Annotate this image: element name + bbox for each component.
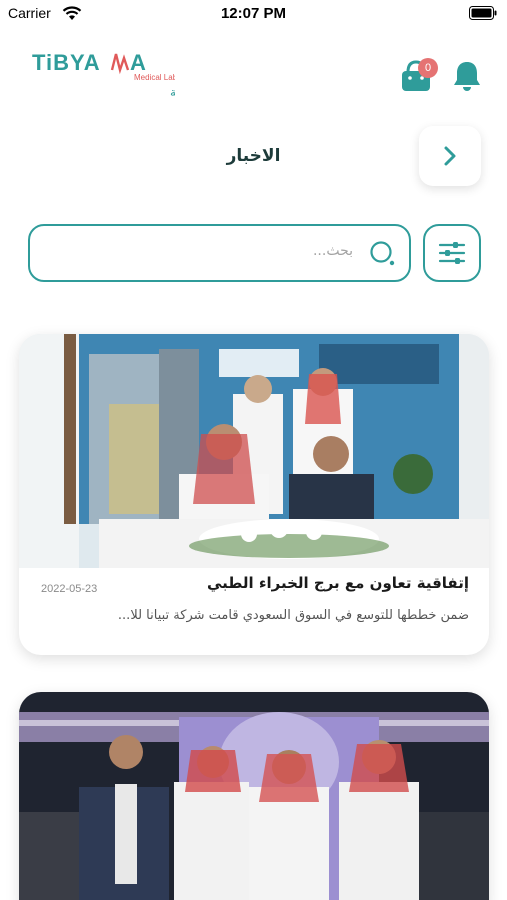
tibyana-logo[interactable]: TiBYA A Medical Labs مختبرات تبيانا الطب… (30, 48, 272, 100)
news-excerpt: ضمن خططها للتوسع في السوق السعودي قامت ش… (117, 608, 469, 623)
filter-button[interactable] (423, 224, 481, 282)
svg-text:Medical Labs: Medical Labs (134, 73, 175, 82)
svg-text:مختبرات تبيانا الطبية: مختبرات تبيانا الطبية (170, 85, 175, 100)
news-card[interactable]: إتفاقية تعاون مع برج الخبراء الطبي 2022-… (19, 334, 489, 655)
sliders-icon (438, 242, 466, 264)
logo-mark: TiBYA A Medical Labs مختبرات تبيانا الطب… (32, 50, 272, 100)
svg-text:A: A (130, 50, 146, 75)
search-placeholder: بحث... (312, 243, 353, 259)
cart-badge: 0 (418, 58, 438, 78)
status-bar: Carrier 12:07 PM (0, 0, 507, 28)
bell-icon[interactable] (449, 58, 485, 94)
news-title: إتفاقية تعاون مع برج الخبراء الطبي (206, 574, 469, 592)
news-photo-signing-ceremony (19, 334, 489, 568)
search-input[interactable]: بحث... (28, 224, 411, 282)
search-icon (370, 241, 395, 266)
svg-text:TiBYA: TiBYA (32, 50, 101, 75)
news-card[interactable] (19, 692, 489, 900)
status-time: 12:07 PM (220, 5, 287, 22)
news-date: 2022-05-23 (41, 583, 98, 595)
battery-icon (469, 6, 497, 20)
page-title: الاخبار (226, 146, 281, 166)
news-photo-group (19, 692, 489, 900)
